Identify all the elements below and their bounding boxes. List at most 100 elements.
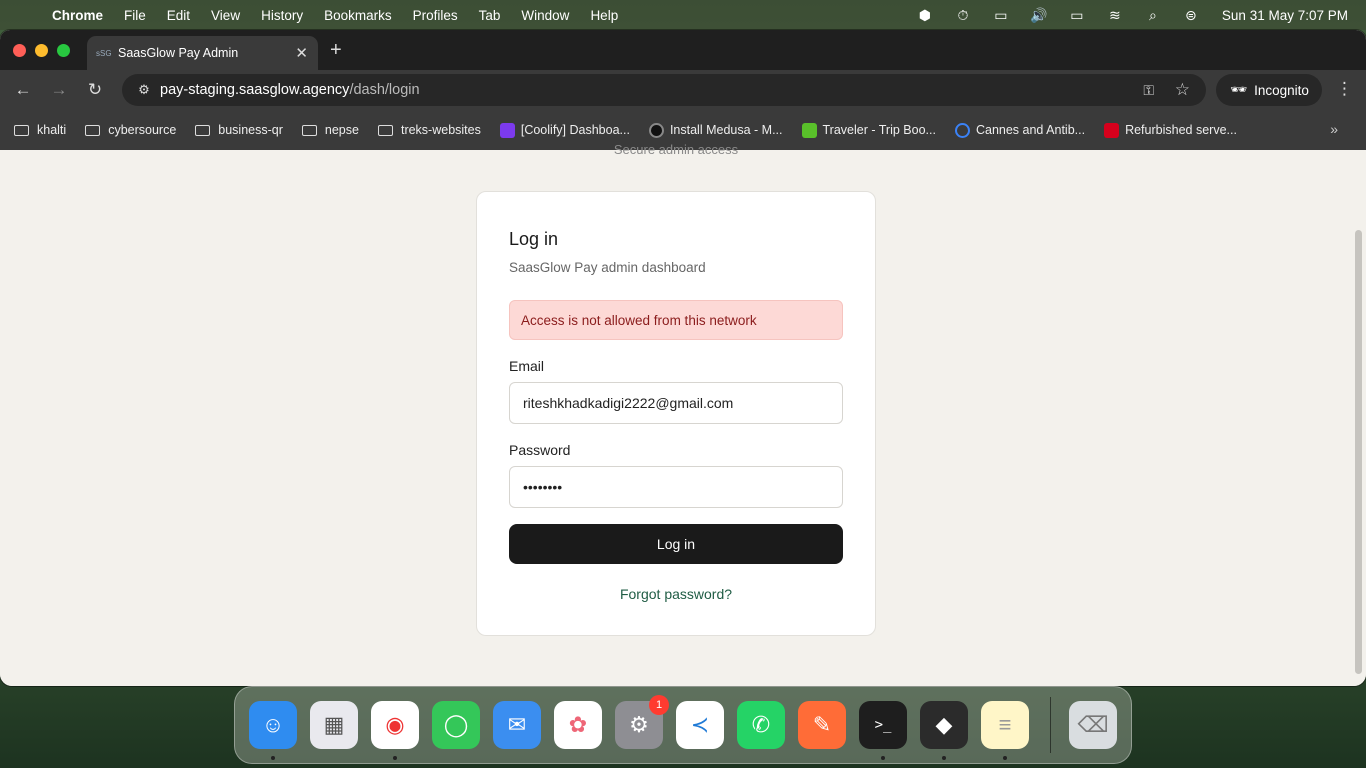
running-indicator xyxy=(881,756,885,760)
battery-card-icon[interactable]: ▭ xyxy=(982,7,1020,24)
menu-file[interactable]: File xyxy=(124,8,146,23)
box-app-icon[interactable]: ◆ xyxy=(920,701,968,749)
bookmark-cybersource[interactable]: cybersource xyxy=(85,123,176,137)
close-window-button[interactable] xyxy=(13,43,26,57)
bookmark-label: cybersource xyxy=(108,123,177,137)
bookmark-label: khalti xyxy=(37,123,67,137)
browser-window: sSG SaasGlow Pay Admin ✕ + ← → ↻ ⚙ pay-s… xyxy=(0,30,1366,686)
bookmark-refurbished[interactable]: Refurbished serve... xyxy=(1104,122,1237,138)
bookmark-medusa[interactable]: Install Medusa - M... xyxy=(648,122,783,138)
folder-icon xyxy=(377,124,393,136)
t-icon xyxy=(954,122,970,138)
email-label: Email xyxy=(509,358,545,374)
running-indicator xyxy=(1003,756,1007,760)
clock[interactable]: Sun 31 May 7:07 PM xyxy=(1222,8,1348,23)
browser-menu-icon[interactable]: ⋮ xyxy=(1336,79,1353,99)
folder-icon xyxy=(195,124,211,136)
coolify-icon xyxy=(499,122,515,138)
password-label: Password xyxy=(509,442,571,458)
new-tab-button[interactable]: + xyxy=(330,39,342,62)
minimize-window-button[interactable] xyxy=(35,43,48,57)
launchpad-icon[interactable]: ▦ xyxy=(310,701,358,749)
back-button[interactable]: ← xyxy=(5,80,41,100)
site-info-icon[interactable]: ⚙ xyxy=(128,82,160,98)
menu-app-chrome[interactable]: Chrome xyxy=(52,8,103,23)
address-bar[interactable]: ⚙ pay-staging.saasglow.agency/dash/login… xyxy=(122,74,1206,106)
menu-window[interactable]: Window xyxy=(521,8,569,23)
mail-icon[interactable]: ✉ xyxy=(493,701,541,749)
email-field[interactable] xyxy=(509,382,843,424)
login-title: Log in xyxy=(509,229,559,249)
bookmark-business-qr[interactable]: business-qr xyxy=(195,123,283,137)
bookmark-khalti[interactable]: khalti xyxy=(14,123,66,137)
login-subtitle: SaasGlow Pay admin dashboard xyxy=(509,260,706,275)
bookmarks-overflow-icon[interactable]: » xyxy=(1330,121,1338,137)
messages-icon[interactable]: ◯ xyxy=(432,701,480,749)
medusa-icon xyxy=(648,122,664,138)
chrome-icon[interactable]: ◉ xyxy=(371,701,419,749)
timer-icon[interactable]: ⏱ xyxy=(944,7,982,24)
bookmark-treks-websites[interactable]: treks-websites xyxy=(377,123,481,137)
page-content: Secure admin access Log in SaasGlow Pay … xyxy=(0,142,1366,686)
zoom-window-button[interactable] xyxy=(57,43,70,57)
forward-button[interactable]: → xyxy=(41,80,77,100)
tab-title: SaasGlow Pay Admin xyxy=(118,46,239,60)
running-indicator xyxy=(271,756,275,760)
menu-profiles[interactable]: Profiles xyxy=(413,8,458,23)
running-indicator xyxy=(942,756,946,760)
menu-help[interactable]: Help xyxy=(590,8,618,23)
login-card: Log in SaasGlow Pay admin dashboard Acce… xyxy=(476,191,876,636)
error-alert: Access is not allowed from this network xyxy=(509,300,843,340)
scrollbar-thumb[interactable] xyxy=(1355,230,1362,674)
volume-icon[interactable]: 🔊 xyxy=(1020,7,1058,24)
notes-icon[interactable]: ≡ xyxy=(981,701,1029,749)
menu-history[interactable]: History xyxy=(261,8,303,23)
bookmark-cannes[interactable]: Cannes and Antib... xyxy=(954,122,1086,138)
scrollbar[interactable] xyxy=(1352,150,1366,686)
url-host: pay-staging.saasglow.agency xyxy=(160,82,350,98)
incognito-icon: 🕶 xyxy=(1230,82,1248,97)
vscode-icon[interactable]: ≺ xyxy=(676,701,724,749)
password-field[interactable] xyxy=(509,466,843,508)
bookmark-star-icon[interactable]: ☆ xyxy=(1175,80,1190,100)
postman-icon[interactable]: ✎ xyxy=(798,701,846,749)
notification-badge: 1 xyxy=(649,695,669,715)
bookmark-coolify[interactable]: [Coolify] Dashboa... xyxy=(499,122,630,138)
bookmark-label: business-qr xyxy=(218,123,283,137)
bookmark-label: Install Medusa - M... xyxy=(669,123,783,137)
bookmark-label: nepse xyxy=(324,123,359,137)
whatsapp-icon[interactable]: ✆ xyxy=(737,701,785,749)
menu-tab[interactable]: Tab xyxy=(479,8,501,23)
box-icon[interactable]: ⬢ xyxy=(906,7,944,24)
folder-icon xyxy=(14,124,29,136)
reload-button[interactable]: ↻ xyxy=(77,80,113,100)
login-button[interactable]: Log in xyxy=(509,524,843,564)
photos-icon[interactable]: ✿ xyxy=(554,701,602,749)
incognito-button[interactable]: 🕶 Incognito xyxy=(1216,74,1322,106)
folder-icon xyxy=(301,124,317,136)
trash-icon[interactable]: ⌫ xyxy=(1069,701,1117,749)
tab-favicon: sSG xyxy=(96,48,112,58)
menu-edit[interactable]: Edit xyxy=(167,8,190,23)
folder-icon xyxy=(85,124,101,136)
bookmark-traveler[interactable]: Traveler - Trip Boo... xyxy=(801,122,936,138)
bookmark-label: Cannes and Antib... xyxy=(975,123,1086,137)
search-icon[interactable]: ⌕ xyxy=(1134,7,1172,24)
display-icon[interactable]: ▭ xyxy=(1058,7,1096,24)
finder-icon[interactable]: ☺ xyxy=(249,701,297,749)
bookmark-label: Traveler - Trip Boo... xyxy=(822,123,936,137)
terminal-icon[interactable]: >_ xyxy=(859,701,907,749)
tab-saasglow-pay-admin[interactable]: sSG SaasGlow Pay Admin ✕ xyxy=(87,36,318,70)
menu-view[interactable]: View xyxy=(211,8,240,23)
control-center-icon[interactable]: ⊜ xyxy=(1172,7,1210,24)
forgot-password-link[interactable]: Forgot password? xyxy=(477,586,875,602)
system-settings-icon[interactable]: ⚙ 1 xyxy=(615,695,669,749)
wifi-icon[interactable]: ≋ xyxy=(1096,7,1134,24)
menu-bookmarks[interactable]: Bookmarks xyxy=(324,8,392,23)
bookmark-label: treks-websites xyxy=(400,123,481,137)
tab-close-icon[interactable]: ✕ xyxy=(295,44,308,62)
bookmark-label: [Coolify] Dashboa... xyxy=(520,123,630,137)
password-key-icon[interactable]: ⚿ xyxy=(1143,82,1154,99)
running-indicator xyxy=(393,756,397,760)
bookmark-nepse[interactable]: nepse xyxy=(301,123,359,137)
